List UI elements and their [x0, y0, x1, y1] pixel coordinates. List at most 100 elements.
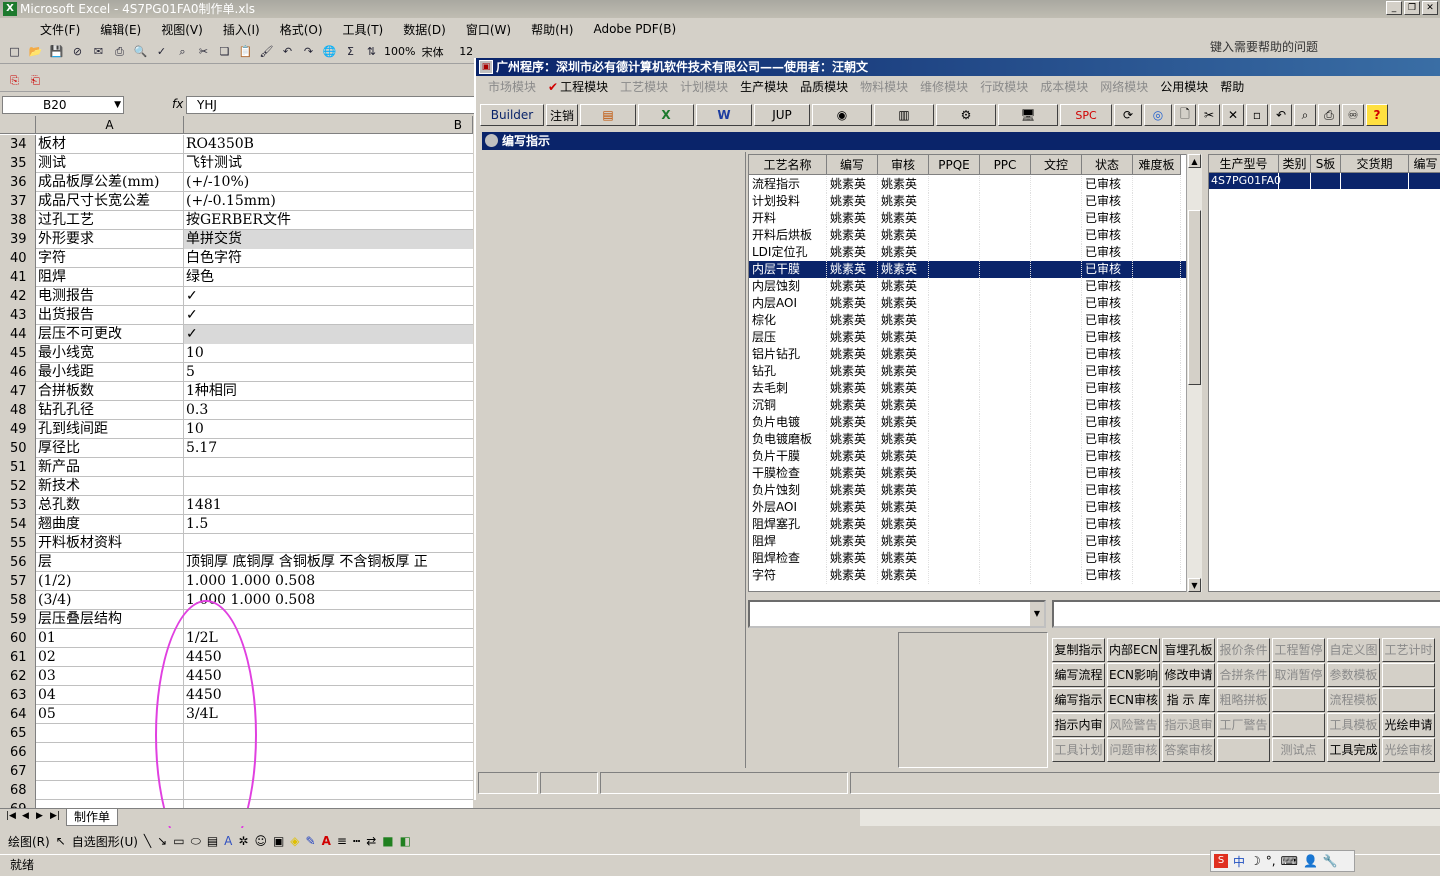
action-button[interactable]: [1382, 663, 1435, 687]
erp-menu-item[interactable]: 市场模块: [482, 78, 542, 95]
cell-b[interactable]: 0.3: [184, 401, 473, 420]
cell-a[interactable]: 外形要求: [36, 230, 184, 249]
erp-menu-item[interactable]: 成本模块: [1034, 78, 1094, 95]
action-button[interactable]: [1272, 713, 1325, 737]
diagram-icon[interactable]: ✲: [238, 834, 248, 848]
row-number[interactable]: 54: [0, 515, 36, 534]
model-col-header[interactable]: 生产型号: [1209, 155, 1279, 173]
process-row[interactable]: 棕化 姚素英 姚素英 已审核: [749, 312, 1193, 329]
jup-button[interactable]: JUP: [754, 104, 810, 126]
process-row[interactable]: 字符 姚素英 姚素英 已审核: [749, 567, 1193, 584]
cell-a[interactable]: 最小线距: [36, 363, 184, 382]
model-col-header[interactable]: 交货期: [1341, 155, 1409, 173]
prev-sheet-icon[interactable]: ◀: [22, 811, 29, 821]
row-number[interactable]: 53: [0, 496, 36, 515]
action-button[interactable]: ECN审核: [1107, 688, 1160, 712]
action-button[interactable]: 工厂警告: [1217, 713, 1270, 737]
zoom-box[interactable]: 100%: [384, 45, 418, 58]
copy-icon[interactable]: ❏: [216, 43, 233, 60]
erp-menu-item[interactable]: 维修模块: [914, 78, 974, 95]
process-row[interactable]: 负片电镀 姚素英 姚素英 已审核: [749, 414, 1193, 431]
process-row[interactable]: 内层AOI 姚素英 姚素英 已审核: [749, 295, 1193, 312]
row-number[interactable]: 45: [0, 344, 36, 363]
row-number[interactable]: 39: [0, 230, 36, 249]
paste-icon[interactable]: 📋: [237, 43, 254, 60]
last-sheet-icon[interactable]: ▶|: [50, 811, 60, 821]
row-number[interactable]: 57: [0, 572, 36, 591]
scroll-down-icon[interactable]: ▼: [1188, 578, 1201, 592]
pdf-mail-icon[interactable]: ⎗: [27, 72, 44, 89]
keyboard-icon[interactable]: ⌨: [1281, 854, 1298, 868]
action-button[interactable]: 指示退审: [1162, 713, 1215, 737]
arrow-style-icon[interactable]: ⇄: [366, 834, 376, 848]
menu-adobe-pdf[interactable]: Adobe PDF(B): [583, 22, 686, 36]
process-row[interactable]: 内层干膜 姚素英 姚素英 已审核: [749, 261, 1193, 278]
menu-help[interactable]: 帮助(H): [521, 21, 583, 38]
row-number[interactable]: 64: [0, 705, 36, 724]
redo-icon[interactable]: ↷: [300, 43, 317, 60]
cell-a[interactable]: 02: [36, 648, 184, 667]
cell-a[interactable]: (3/4): [36, 591, 184, 610]
new-icon[interactable]: □: [6, 43, 23, 60]
action-button[interactable]: [1272, 688, 1325, 712]
process-combo[interactable]: ▼: [748, 600, 1046, 628]
research-icon[interactable]: ⌕: [174, 43, 191, 60]
row-number[interactable]: 52: [0, 477, 36, 496]
cell-b[interactable]: [184, 534, 473, 553]
sort-icon[interactable]: ⇅: [363, 43, 380, 60]
spelling-icon[interactable]: ✓: [153, 43, 170, 60]
undo-icon[interactable]: ↶: [279, 43, 296, 60]
cell-b[interactable]: 飞针测试: [184, 154, 473, 173]
cut-icon[interactable]: ✂: [1198, 104, 1220, 126]
model-col-header[interactable]: 类别: [1279, 155, 1311, 173]
ime-mode[interactable]: 中: [1233, 853, 1245, 870]
process-col-header[interactable]: 审核: [878, 155, 929, 175]
process-scrollbar[interactable]: ▲ ▼: [1186, 154, 1202, 592]
process-col-header[interactable]: 状态: [1082, 155, 1133, 175]
cell-b[interactable]: 10: [184, 420, 473, 439]
process-row[interactable]: 干膜检查 姚素英 姚素英 已审核: [749, 465, 1193, 482]
database-icon[interactable]: ▥: [874, 104, 934, 126]
binoculars-icon[interactable]: ♾: [1342, 104, 1364, 126]
cell-b[interactable]: 4450: [184, 648, 473, 667]
process-row[interactable]: 开料 姚素英 姚素英 已审核: [749, 210, 1193, 227]
cell-b[interactable]: [184, 781, 473, 800]
row-number[interactable]: 66: [0, 743, 36, 762]
wrench-icon[interactable]: 🔧: [1323, 854, 1338, 868]
word-icon[interactable]: W: [696, 104, 752, 126]
cell-b[interactable]: [184, 743, 473, 762]
cell-a[interactable]: 成品尺寸长宽公差: [36, 192, 184, 211]
process-row[interactable]: 阻焊塞孔 姚素英 姚素英 已审核: [749, 516, 1193, 533]
cell-b[interactable]: 1.5: [184, 515, 473, 534]
cut-icon[interactable]: ✂: [195, 43, 212, 60]
cell-b[interactable]: [184, 724, 473, 743]
cell-a[interactable]: 层压不可更改: [36, 325, 184, 344]
action-button[interactable]: 合拼条件: [1217, 663, 1270, 687]
row-number[interactable]: 58: [0, 591, 36, 610]
open-icon[interactable]: 📂: [27, 43, 44, 60]
erp-menu-item[interactable]: 网络模块: [1094, 78, 1154, 95]
cell-b[interactable]: 按GERBER文件: [184, 211, 473, 230]
cell-a[interactable]: 新技术: [36, 477, 184, 496]
cell-a[interactable]: [36, 762, 184, 781]
cell-a[interactable]: (1/2): [36, 572, 184, 591]
cell-b[interactable]: 白色字符: [184, 249, 473, 268]
row-number[interactable]: 68: [0, 781, 36, 800]
process-row[interactable]: 负电镀磨板 姚素英 姚素英 已审核: [749, 431, 1193, 448]
format-painter-icon[interactable]: 🖌: [258, 43, 275, 60]
process-row[interactable]: 计划投料 姚素英 姚素英 已审核: [749, 193, 1193, 210]
row-number[interactable]: 38: [0, 211, 36, 230]
cell-b[interactable]: [184, 458, 473, 477]
save-icon[interactable]: ▫: [1246, 104, 1268, 126]
row-number[interactable]: 43: [0, 306, 36, 325]
action-button[interactable]: 问题审核: [1107, 738, 1160, 762]
formula-input[interactable]: YHJ: [186, 96, 476, 114]
shadow-icon[interactable]: ■: [382, 834, 393, 848]
process-col-header[interactable]: 文控: [1031, 155, 1082, 175]
eye-icon[interactable]: ◉: [812, 104, 872, 126]
cell-a[interactable]: 层压叠层结构: [36, 610, 184, 629]
action-button[interactable]: 流程模板: [1327, 688, 1380, 712]
cell-a[interactable]: [36, 800, 184, 808]
row-number[interactable]: 36: [0, 173, 36, 192]
process-row[interactable]: 阻焊 姚素英 姚素英 已审核: [749, 533, 1193, 550]
